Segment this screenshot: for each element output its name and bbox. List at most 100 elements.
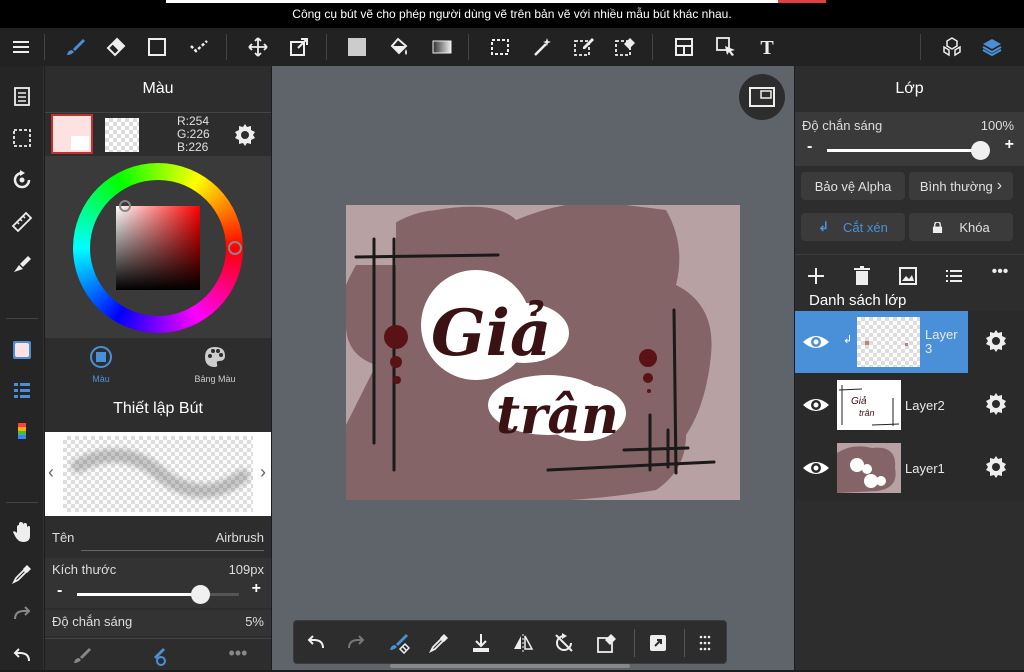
redo-button[interactable] bbox=[339, 621, 373, 665]
layer-row-2[interactable]: Giả trân Layer2 bbox=[795, 374, 1024, 436]
pages-icon[interactable] bbox=[6, 80, 38, 112]
clipping-button[interactable]: ↲ Cắt xén bbox=[801, 213, 905, 241]
size-slider-knob[interactable] bbox=[191, 585, 211, 604]
gear-icon[interactable] bbox=[984, 455, 1008, 479]
gear-icon[interactable] bbox=[984, 392, 1008, 416]
brush-size-value: 109px bbox=[228, 562, 264, 577]
layer-opacity-increase-button[interactable]: + bbox=[1005, 136, 1014, 154]
hand-icon[interactable] bbox=[6, 516, 38, 548]
brush-name-row[interactable]: Tên Airbrush bbox=[45, 522, 271, 552]
layer-list-icon[interactable] bbox=[6, 374, 38, 406]
size-slider[interactable] bbox=[77, 585, 239, 604]
layer-more-icon[interactable]: ••• bbox=[987, 263, 1013, 285]
eyedropper-button[interactable] bbox=[422, 621, 456, 665]
bottom-quick-bar bbox=[293, 620, 727, 664]
save-download-icon[interactable] bbox=[464, 621, 498, 665]
text-icon[interactable]: T bbox=[750, 28, 784, 66]
transform-icon[interactable] bbox=[282, 28, 316, 66]
magic-select-icon[interactable] bbox=[182, 28, 216, 66]
artboard[interactable]: Giả trân bbox=[346, 205, 740, 500]
lock-icon bbox=[933, 221, 943, 233]
layer-row-3[interactable]: ↲ Layer 3 bbox=[795, 311, 1024, 373]
square-picker-handle[interactable] bbox=[119, 200, 131, 212]
selection-icon[interactable] bbox=[6, 122, 38, 154]
sub-color-swatch[interactable] bbox=[105, 118, 139, 152]
size-increase-button[interactable]: + bbox=[252, 580, 261, 598]
rotate-icon[interactable] bbox=[6, 164, 38, 196]
alpha-protect-button[interactable]: Bảo vệ Alpha bbox=[801, 172, 905, 200]
delete-layer-icon[interactable] bbox=[851, 265, 873, 287]
size-decrease-button[interactable]: - bbox=[57, 582, 62, 600]
clipping-indicator-icon: ↲ bbox=[843, 334, 853, 346]
eyedropper-icon[interactable] bbox=[6, 558, 38, 590]
more-options-icon[interactable]: ••• bbox=[223, 643, 253, 665]
rgb-b-value: B:226 bbox=[177, 140, 209, 154]
hue-picker-handle[interactable] bbox=[228, 241, 242, 255]
select-pen-icon[interactable] bbox=[567, 28, 601, 66]
brush-eraser-toggle-icon[interactable] bbox=[382, 621, 416, 665]
layer-image-icon[interactable] bbox=[897, 265, 919, 287]
color-settings-gear-icon[interactable] bbox=[233, 123, 257, 147]
magic-wand-icon[interactable] bbox=[525, 28, 559, 66]
brush-preview[interactable]: ‹ › bbox=[45, 432, 271, 516]
layer-opacity-slider[interactable] bbox=[827, 141, 990, 160]
bucket-icon[interactable] bbox=[383, 28, 417, 66]
layer-panel: Lớp Độ chắn sáng 100% - + Bảo vệ Alpha B… bbox=[795, 66, 1024, 670]
undo-icon[interactable] bbox=[6, 640, 38, 672]
layer-opacity-value: 100% bbox=[980, 118, 1014, 133]
chevron-right-icon: › bbox=[996, 177, 1003, 194]
gear-icon[interactable] bbox=[984, 329, 1008, 353]
eye-icon[interactable] bbox=[801, 456, 831, 480]
brush-name-label: Tên bbox=[52, 530, 75, 545]
progress-strip-accent bbox=[778, 0, 826, 3]
svg-text:trân: trân bbox=[859, 408, 875, 418]
brush-icon[interactable] bbox=[58, 28, 92, 66]
layer-list-menu-icon[interactable] bbox=[943, 265, 965, 287]
eraser-icon[interactable] bbox=[98, 28, 132, 66]
blend-mode-select[interactable]: Bình thường › bbox=[909, 172, 1013, 200]
3d-icon[interactable] bbox=[935, 28, 969, 66]
left-toolbar bbox=[0, 66, 44, 670]
eye-icon[interactable] bbox=[801, 330, 831, 354]
layer-opacity-slider-knob[interactable] bbox=[971, 141, 990, 160]
eye-icon[interactable] bbox=[801, 393, 831, 417]
layer-panel-title: Lớp bbox=[795, 66, 1024, 112]
fullscreen-toggle-icon[interactable] bbox=[739, 74, 785, 120]
brush-prev-arrow-icon[interactable]: ‹ bbox=[48, 462, 54, 483]
layer-row-1[interactable]: Layer1 bbox=[795, 437, 1024, 499]
color-palette-icon[interactable] bbox=[6, 416, 38, 448]
tab-color[interactable]: Màu bbox=[61, 342, 141, 386]
open-external-icon[interactable] bbox=[641, 621, 675, 665]
lock-button[interactable]: Khóa bbox=[909, 213, 1013, 241]
select-eraser-icon[interactable] bbox=[608, 28, 642, 66]
redo-icon[interactable] bbox=[6, 598, 38, 630]
menu-icon[interactable] bbox=[4, 28, 38, 66]
ruler-icon[interactable] bbox=[6, 206, 38, 238]
layer-opacity-decrease-button[interactable]: - bbox=[807, 138, 812, 156]
color-square[interactable] bbox=[116, 206, 200, 290]
layout-icon[interactable] bbox=[667, 28, 701, 66]
main-color-swatch[interactable] bbox=[51, 114, 93, 154]
rotate-reset-icon[interactable] bbox=[547, 621, 581, 665]
brush-tab-icon[interactable] bbox=[71, 645, 93, 667]
flip-horizontal-icon[interactable] bbox=[506, 621, 540, 665]
fill-color-icon[interactable] bbox=[340, 28, 374, 66]
gradient-icon[interactable] bbox=[425, 28, 459, 66]
move-icon[interactable] bbox=[241, 28, 275, 66]
grid-dots-icon[interactable] bbox=[688, 621, 722, 665]
select-rect-icon[interactable] bbox=[483, 28, 517, 66]
rectangle-icon[interactable] bbox=[140, 28, 174, 66]
layers-icon[interactable] bbox=[975, 28, 1009, 66]
layer-name: Layer2 bbox=[905, 397, 945, 413]
brush-next-arrow-icon[interactable]: › bbox=[260, 462, 266, 483]
perspective-icon[interactable] bbox=[6, 248, 38, 280]
select-arrow-icon[interactable] bbox=[709, 28, 743, 66]
color-swatch-icon[interactable] bbox=[6, 334, 38, 366]
clear-layer-icon[interactable] bbox=[590, 621, 624, 665]
artwork-title-line2: trân bbox=[496, 385, 619, 446]
undo-button[interactable] bbox=[299, 621, 333, 665]
brush-settings-tab-icon[interactable] bbox=[147, 645, 169, 667]
color-wheel[interactable] bbox=[73, 163, 243, 333]
add-layer-icon[interactable] bbox=[805, 265, 827, 287]
tab-palette[interactable]: Bảng Màu bbox=[175, 342, 255, 386]
